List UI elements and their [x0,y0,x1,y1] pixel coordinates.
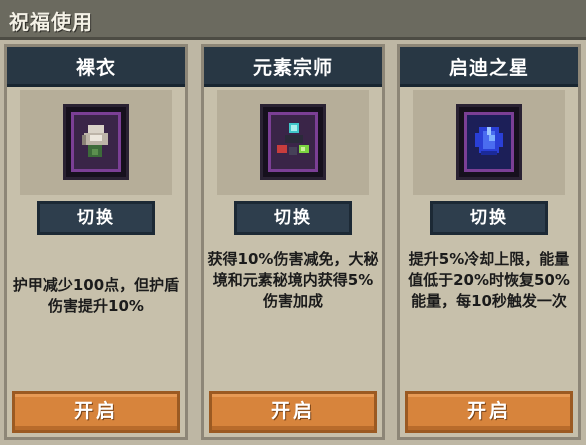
switch-button[interactable]: 切换 [234,201,352,235]
icon-frame [456,104,522,180]
open-button[interactable]: 开启 [209,391,377,433]
icon-frame [63,104,129,180]
card-header: 裸衣 [7,47,185,87]
elemental-orbs-icon [268,112,318,172]
icon-frame [260,104,326,180]
icon-panel [413,90,565,195]
blessing-card-3: 启迪之星 切换 提升5%冷却上限，能量值低于20%时恢复50%能量，每10秒触发… [397,44,581,440]
switch-button[interactable]: 切换 [430,201,548,235]
card-header: 元素宗师 [204,47,382,87]
switch-button[interactable]: 切换 [37,201,155,235]
open-button[interactable]: 开启 [12,391,180,433]
blessing-card-2: 元素宗师 切换 获得10%伤害减免，大秘境和元素秘境内获得5%伤害加成 开启 [201,44,385,440]
icon-panel [217,90,369,195]
window-titlebar: 祝福使用 [0,0,586,40]
card-description: 护甲减少100点，但护盾伤害提升10% [12,276,180,315]
card-description: 提升5%冷却上限，能量值低于20%时恢复50%能量，每10秒触发一次 [408,250,570,310]
card-description: 获得10%伤害减免，大秘境和元素秘境内获得5%伤害加成 [207,250,379,310]
blue-star-crystal-icon [464,112,514,172]
armor-figure-icon [71,112,121,172]
card-title: 元素宗师 [252,57,333,79]
card-title: 裸衣 [75,57,116,79]
card-header: 启迪之星 [400,47,578,87]
window-title: 祝福使用 [9,10,93,34]
blessing-card-1: 裸衣 切换 护甲减少100点，但护盾伤害提升10% 开启 [4,44,188,440]
open-button[interactable]: 开启 [405,391,573,433]
card-title: 启迪之星 [448,57,529,79]
icon-panel [20,90,172,195]
